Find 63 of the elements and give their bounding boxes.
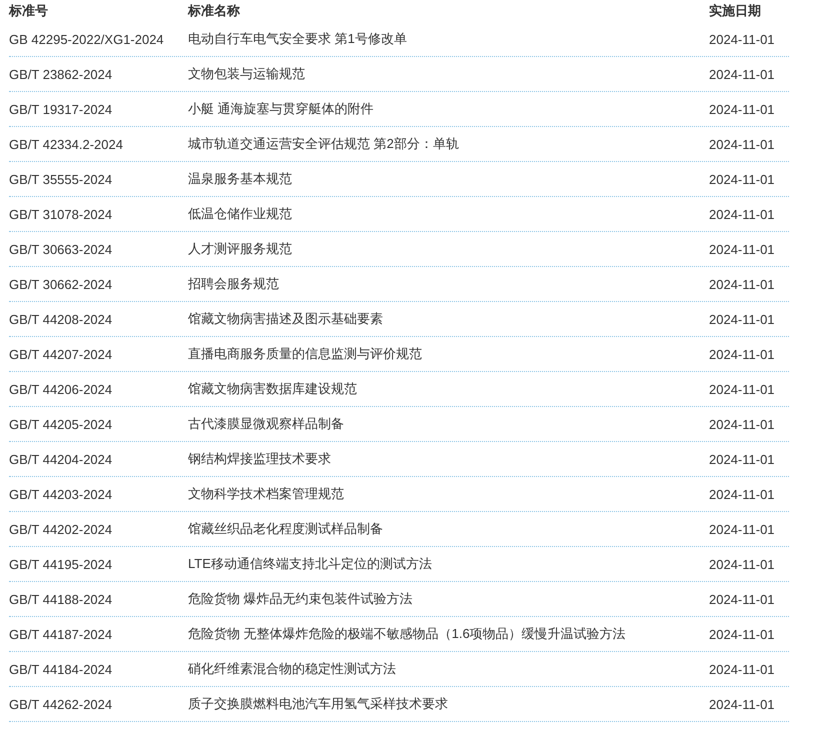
table-cell-text: GB/T 30662-2024 bbox=[9, 276, 114, 292]
table-cell-text: GB/T 44184-2024 bbox=[9, 662, 114, 676]
table-cell-text: 危险货物 无整体爆炸危险的极端不敏感物品（1.6项物品）缓慢升温试验方法 bbox=[188, 625, 627, 643]
table-cell-text: GB 42295-2022/XG1-2024 bbox=[9, 32, 165, 46]
table-cell-text: GB/T 35555-2024 bbox=[9, 172, 114, 186]
table-cell-text: 招聘会服务规范 bbox=[188, 275, 280, 293]
table-cell-text: 文物包装与运输规范 bbox=[188, 65, 306, 83]
table-cell-text: GB/T 44187-2024 bbox=[9, 626, 114, 642]
table-cell-text: 2024-11-01 bbox=[709, 382, 776, 396]
table-cell-text: 馆藏文物病害数据库建设规范 bbox=[188, 380, 358, 398]
table-cell-text: 2024-11-01 bbox=[709, 312, 776, 326]
table-cell-text: GB/T 44262-2024 bbox=[9, 696, 114, 712]
table-cell-text: 钢结构焊接监理技术要求 bbox=[188, 450, 332, 468]
table-cell-text: 低温仓储作业规范 bbox=[188, 205, 293, 223]
table-cell-text: 2024-11-01 bbox=[709, 522, 776, 536]
table-cell-text: GB/T 44206-2024 bbox=[9, 382, 114, 396]
table-cell-text: 质子交换膜燃料电池汽车用氢气采样技术要求 bbox=[188, 695, 449, 713]
table-cell-text: GB/T 19317-2024 bbox=[9, 102, 114, 116]
table-cell-text: 城市轨道交通运营安全评估规范 第2部分：单轨 bbox=[188, 135, 460, 153]
table-cell-text: 人才测评服务规范 bbox=[188, 240, 293, 258]
table-cell-text: 2024-11-01 bbox=[709, 102, 776, 116]
table-cell-text: 2024-11-01 bbox=[709, 696, 776, 712]
table-cell-text: 2024-11-01 bbox=[709, 346, 776, 362]
table-cell-text: GB/T 44208-2024 bbox=[9, 312, 114, 326]
table-cell-text: GB/T 44204-2024 bbox=[9, 452, 114, 466]
table-cell-text: 2024-11-01 bbox=[709, 452, 776, 466]
table-cell-text: 小艇 通海旋塞与贯穿艇体的附件 bbox=[188, 100, 375, 118]
column-header: 标准号 bbox=[9, 2, 49, 20]
table-cell-text: 危险货物 爆炸品无约束包装件试验方法 bbox=[188, 590, 414, 608]
table-cell-text: 2024-11-01 bbox=[709, 556, 776, 572]
table-cell-text: GB/T 23862-2024 bbox=[9, 66, 114, 82]
table-cell-text: 电动自行车电气安全要求 第1号修改单 bbox=[188, 30, 408, 48]
table-cell-text: 文物科学技术档案管理规范 bbox=[188, 485, 345, 503]
table-cell-text: 2024-11-01 bbox=[709, 242, 776, 256]
column-header: 标准名称 bbox=[188, 2, 241, 20]
table-cell-text: LTE移动通信终端支持北斗定位的测试方法 bbox=[188, 555, 433, 573]
table-cell-text: 2024-11-01 bbox=[709, 662, 776, 676]
table-cell-text: 2024-11-01 bbox=[709, 206, 776, 222]
table-cell-text: GB/T 44203-2024 bbox=[9, 486, 114, 502]
table-cell-text: 2024-11-01 bbox=[709, 172, 776, 186]
table-cell-text: 2024-11-01 bbox=[709, 486, 776, 502]
table-cell-text: 2024-11-01 bbox=[709, 32, 776, 46]
table-cell-text: 硝化纤维素混合物的稳定性测试方法 bbox=[188, 660, 397, 678]
table-cell-text: 2024-11-01 bbox=[709, 136, 776, 152]
table-cell-text: 古代漆膜显微观察样品制备 bbox=[188, 415, 345, 433]
table-cell-text: 2024-11-01 bbox=[709, 276, 776, 292]
table-cell-text: GB/T 44202-2024 bbox=[9, 522, 114, 536]
table-cell-text: 直播电商服务质量的信息监测与评价规范 bbox=[188, 345, 423, 363]
table-cell-text: 2024-11-01 bbox=[709, 66, 776, 82]
table-cell-text: GB/T 30663-2024 bbox=[9, 242, 114, 256]
table-cell-text: 馆藏文物病害描述及图示基础要素 bbox=[188, 310, 384, 328]
table-cell-text: 2024-11-01 bbox=[709, 626, 776, 642]
table-cell-text: 2024-11-01 bbox=[709, 416, 776, 432]
table-cell-text: GB/T 44205-2024 bbox=[9, 416, 114, 432]
table-cell-text: GB/T 42334.2-2024 bbox=[9, 136, 124, 152]
table-cell-text: 温泉服务基本规范 bbox=[188, 170, 293, 188]
table-cell-text: GB/T 31078-2024 bbox=[9, 206, 114, 222]
table-cell-text: GB/T 44195-2024 bbox=[9, 556, 114, 572]
table-cell-text: 馆藏丝织品老化程度测试样品制备 bbox=[188, 520, 384, 538]
table-cell-text: GB/T 44207-2024 bbox=[9, 346, 114, 362]
table-cell-text: 2024-11-01 bbox=[709, 592, 776, 606]
table-cell-text: GB/T 44188-2024 bbox=[9, 592, 114, 606]
column-header: 实施日期 bbox=[709, 2, 762, 20]
